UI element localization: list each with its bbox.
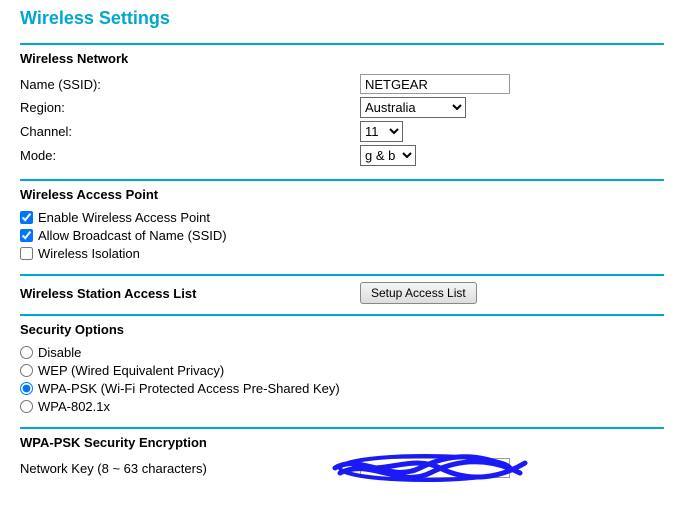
wireless-isolation-checkbox[interactable] — [20, 247, 33, 260]
enable-ap-checkbox[interactable] — [20, 211, 33, 224]
setup-access-list-button[interactable]: Setup Access List — [360, 282, 477, 304]
security-disable-label: Disable — [38, 345, 81, 360]
wireless-isolation-label: Wireless Isolation — [38, 246, 140, 261]
ssid-input[interactable] — [360, 74, 510, 94]
wireless-network-heading: Wireless Network — [20, 51, 664, 66]
security-options-heading: Security Options — [20, 322, 664, 337]
region-label: Region: — [20, 100, 360, 115]
channel-select[interactable]: 11 — [360, 121, 403, 142]
security-wpapsk-label: WPA-PSK (Wi-Fi Protected Access Pre-Shar… — [38, 381, 340, 396]
wireless-ap-heading: Wireless Access Point — [20, 187, 664, 202]
region-select[interactable]: Australia — [360, 97, 466, 118]
security-wpa8021x-radio[interactable] — [20, 400, 33, 413]
wpapsk-heading: WPA-PSK Security Encryption — [20, 435, 664, 450]
channel-label: Channel: — [20, 124, 360, 139]
network-key-label: Network Key (8 ~ 63 characters) — [20, 461, 360, 476]
broadcast-ssid-checkbox[interactable] — [20, 229, 33, 242]
security-wep-label: WEP (Wired Equivalent Privacy) — [38, 363, 224, 378]
security-wpa8021x-label: WPA-802.1x — [38, 399, 110, 414]
mode-select[interactable]: g & b — [360, 145, 416, 166]
security-wpapsk-radio[interactable] — [20, 382, 33, 395]
ssid-label: Name (SSID): — [20, 77, 360, 92]
security-wep-radio[interactable] — [20, 364, 33, 377]
network-key-input[interactable] — [360, 458, 510, 478]
security-disable-radio[interactable] — [20, 346, 33, 359]
access-list-heading: Wireless Station Access List — [20, 286, 360, 301]
mode-label: Mode: — [20, 148, 360, 163]
page-title: Wireless Settings — [20, 8, 664, 29]
enable-ap-label: Enable Wireless Access Point — [38, 210, 210, 225]
broadcast-ssid-label: Allow Broadcast of Name (SSID) — [38, 228, 227, 243]
